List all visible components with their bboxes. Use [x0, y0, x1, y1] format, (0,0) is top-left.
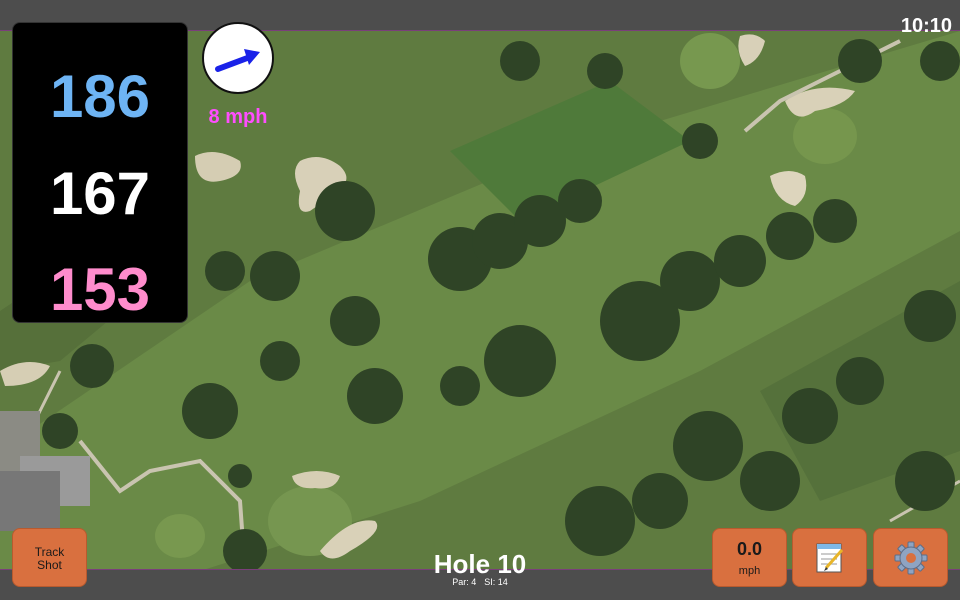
track-shot-label: Track Shot — [34, 545, 65, 572]
hole-info: Par: 4 SI: 14 — [400, 577, 560, 587]
notepad-icon — [816, 543, 844, 573]
speed-value: 0.0 — [736, 539, 763, 559]
wind-speed: 8 mph — [208, 106, 268, 128]
middle-distance: 167 — [49, 160, 151, 227]
settings-button[interactable] — [873, 528, 948, 587]
notes-button[interactable] — [792, 528, 867, 587]
track-shot-button[interactable]: Track Shot — [12, 528, 87, 587]
stroke-index-label: SI: 14 — [484, 577, 508, 587]
back-distance: 186 — [49, 63, 151, 130]
speed-unit: mph — [738, 565, 761, 577]
arrow-right-up-icon — [215, 49, 260, 72]
speed-button[interactable]: 0.0 mph — [712, 528, 787, 587]
front-distance: 153 — [49, 256, 151, 323]
distance-panel: 186 167 153 — [12, 22, 188, 323]
gear-icon — [894, 541, 928, 575]
par-label: Par: 4 — [452, 577, 477, 587]
clock: 10:10 — [900, 15, 952, 37]
hole-title: Hole 10 — [433, 549, 527, 579]
wind-direction-indicator — [202, 22, 274, 94]
